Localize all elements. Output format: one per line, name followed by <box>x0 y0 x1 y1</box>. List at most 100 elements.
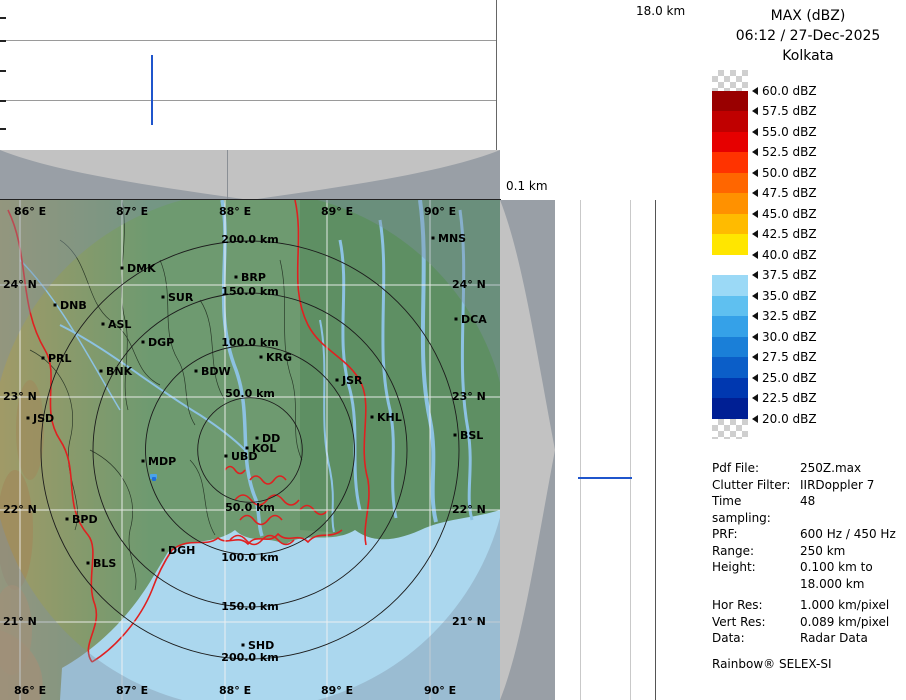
tick-label: 27.5 dBZ <box>762 350 817 364</box>
tick-label: 37.5 dBZ <box>762 268 817 282</box>
range-ring-label: 100.0 km <box>221 336 278 349</box>
legend-band <box>712 152 748 173</box>
tick-arrow-icon <box>752 394 758 402</box>
lon-grid-label: 89° E <box>321 205 353 218</box>
axis-tick <box>0 100 6 102</box>
lon-grid-label: 86° E <box>14 684 46 697</box>
height-axis-line <box>655 200 656 700</box>
beam-blocking-band-right <box>500 200 555 700</box>
legend-band <box>712 255 748 276</box>
lat-grid-label: 22° N <box>3 503 37 516</box>
legend-band <box>712 275 748 296</box>
info-row: PRF:600 Hz / 450 Hz <box>712 526 904 543</box>
city-marker-prl <box>42 357 45 360</box>
city-marker-bls <box>87 562 90 565</box>
tick-arrow-icon <box>752 333 758 341</box>
city-label-ubd: UBD <box>231 450 257 463</box>
tick-label: 20.0 dBZ <box>762 412 817 426</box>
city-label-dgp: DGP <box>148 336 174 349</box>
city-marker-shd <box>242 644 245 647</box>
info-label <box>712 576 800 593</box>
tick-label: 60.0 dBZ <box>762 84 817 98</box>
info-label: Pdf File: <box>712 460 800 477</box>
legend-band-transparent <box>712 419 748 440</box>
city-label-bls: BLS <box>93 557 116 570</box>
city-marker-mdp <box>142 460 145 463</box>
axis-tick <box>0 128 6 130</box>
range-ring-label: 50.0 km <box>225 501 275 514</box>
height-gridline <box>580 200 581 700</box>
legend-band <box>712 378 748 399</box>
lat-grid-label: 22° N <box>452 503 486 516</box>
tick-label: 55.0 dBZ <box>762 125 817 139</box>
tick-arrow-icon <box>752 87 758 95</box>
lat-grid-label: 21° N <box>452 615 486 628</box>
city-marker-dmk <box>121 267 124 270</box>
lon-grid-label: 89° E <box>321 684 353 697</box>
range-ring-label: 50.0 km <box>225 387 275 400</box>
city-marker-khl <box>371 416 374 419</box>
city-marker-krg <box>260 356 263 359</box>
range-ring-label: 150.0 km <box>221 285 278 298</box>
info-value: 0.089 km/pixel <box>800 614 904 631</box>
range-ring-label: 200.0 km <box>221 233 278 246</box>
lat-grid-label: 21° N <box>3 615 37 628</box>
info-value: 250Z.max <box>800 460 904 477</box>
tick-arrow-icon <box>752 415 758 423</box>
legend-band-transparent <box>712 70 748 91</box>
radar-echo-cell <box>152 477 156 481</box>
city-marker-jsr <box>336 379 339 382</box>
city-marker-ubd <box>225 455 228 458</box>
legend-tick: 50.0 dBZ <box>752 165 817 181</box>
tick-arrow-icon <box>752 292 758 300</box>
echo-top-projection <box>151 55 153 125</box>
lon-grid-label: 88° E <box>219 684 251 697</box>
legend-tick: 30.0 dBZ <box>752 329 817 345</box>
tick-arrow-icon <box>752 169 758 177</box>
info-row: Height:0.100 km to <box>712 559 904 576</box>
tick-arrow-icon <box>752 251 758 259</box>
lat-grid-label: 23° N <box>3 390 37 403</box>
tick-label: 30.0 dBZ <box>762 330 817 344</box>
city-label-khl: KHL <box>377 411 402 424</box>
info-value: Radar Data <box>800 630 904 647</box>
city-label-dnb: DNB <box>60 299 87 312</box>
info-value: 0.100 km to <box>800 559 904 576</box>
legend-tick: 52.5 dBZ <box>752 144 817 160</box>
axis-tick <box>0 17 6 19</box>
info-row: Time sampling:48 <box>712 493 904 526</box>
city-label-bnk: BNK <box>106 365 133 378</box>
tick-label: 42.5 dBZ <box>762 227 817 241</box>
axis-tick <box>0 70 6 72</box>
range-ring-label: 200.0 km <box>221 651 278 664</box>
city-marker-dnb <box>54 304 57 307</box>
city-label-dmk: DMK <box>127 262 156 275</box>
legend-band <box>712 132 748 153</box>
city-label-prl: PRL <box>48 352 72 365</box>
legend-tick: 22.5 dBZ <box>752 390 817 406</box>
city-label-sur: SUR <box>168 291 194 304</box>
city-marker-jsd <box>27 417 30 420</box>
legend-panel: MAX (dBZ) 06:12 / 27-Dec-2025 Kolkata 60… <box>710 0 906 700</box>
legend-band <box>712 214 748 235</box>
city-marker-dca <box>455 318 458 321</box>
range-ring-label: 100.0 km <box>221 551 278 564</box>
tick-arrow-icon <box>752 148 758 156</box>
cross-section-right-panel <box>555 200 710 700</box>
info-value: 600 Hz / 450 Hz <box>800 526 904 543</box>
legend-tick: 32.5 dBZ <box>752 308 817 324</box>
height-gridline <box>0 40 496 41</box>
height-axis-min-label: 0.1 km <box>506 179 548 193</box>
tick-label: 32.5 dBZ <box>762 309 817 323</box>
legend-band <box>712 193 748 214</box>
height-gridline <box>0 100 496 101</box>
tick-label: 25.0 dBZ <box>762 371 817 385</box>
city-label-asl: ASL <box>108 318 131 331</box>
tick-label: 22.5 dBZ <box>762 391 817 405</box>
legend-tick: 40.0 dBZ <box>752 247 817 263</box>
info-value: 250 km <box>800 543 904 560</box>
city-label-bdw: BDW <box>201 365 231 378</box>
legend-header: MAX (dBZ) 06:12 / 27-Dec-2025 Kolkata <box>710 6 906 66</box>
lon-grid-label: 87° E <box>116 205 148 218</box>
height-axis-max-label: 18.0 km <box>636 4 685 18</box>
